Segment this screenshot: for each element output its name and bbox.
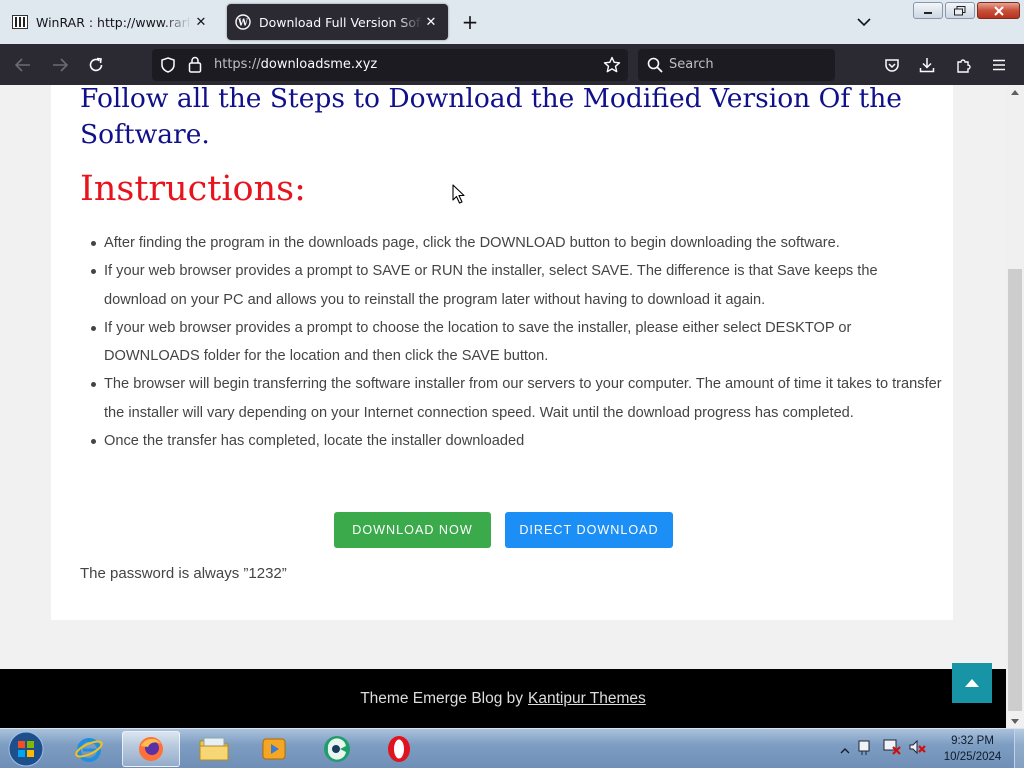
scroll-down-arrow-icon[interactable] [1006,714,1024,728]
forward-button[interactable] [47,52,73,78]
back-button[interactable] [10,52,36,78]
search-icon [647,57,663,77]
url-text: https://downloadsme.xyz [214,57,377,72]
windows-taskbar: 9:32 PM 10/25/2024 [0,728,1024,768]
pocket-button[interactable] [879,52,905,78]
vertical-scrollbar[interactable] [1006,85,1024,728]
lock-icon[interactable] [188,56,202,77]
close-window-button[interactable] [977,2,1020,19]
new-tab-button[interactable]: + [458,10,482,34]
reload-button[interactable] [83,52,109,78]
tab-title: WinRAR : http://www.rarlab.com [36,14,192,30]
taskbar-clock[interactable]: 9:32 PM 10/25/2024 [935,733,1010,765]
file-explorer-icon[interactable] [185,731,243,767]
list-tabs-button[interactable] [852,10,876,34]
tab-strip: WinRAR : http://www.rarlab.com ✕ W Downl… [0,0,1024,44]
system-tray [840,729,928,768]
back-arrow-icon [15,58,30,72]
scroll-up-arrow-icon[interactable] [1006,85,1024,99]
media-player-icon[interactable] [245,731,303,767]
clock-time: 9:32 PM [951,735,994,747]
app-icon[interactable] [308,731,366,767]
wordpress-icon: W [235,14,251,30]
minimize-button[interactable] [913,2,943,19]
caret-up-icon [965,679,979,687]
bookmark-star-icon[interactable] [603,56,621,78]
url-scheme: https:// [214,57,261,72]
scroll-to-top-button[interactable] [952,663,992,703]
svg-text:W: W [237,19,249,29]
footer-theme-link[interactable]: Kantipur Themes [528,690,646,708]
windows-logo-icon [8,731,44,767]
list-item: If your web browser provides a prompt to… [91,257,944,314]
address-bar[interactable]: https://downloadsme.xyz [152,49,628,81]
reload-icon [89,57,103,72]
restore-button[interactable] [945,2,975,19]
start-button[interactable] [4,730,48,768]
winrar-icon [12,14,28,30]
direct-download-button[interactable]: DIRECT DOWNLOAD [505,512,673,548]
site-footer: Theme Emerge Blog by Kantipur Themes [0,669,1006,728]
navigation-bar: https://downloadsme.xyz Search [0,44,1024,85]
tab-title: Download Full Version Software [259,14,422,30]
tracking-protection-shield-icon[interactable] [160,57,176,77]
list-item: The browser will begin transferring the … [91,370,944,427]
window-controls [913,2,1020,19]
network-disconnected-icon[interactable] [882,738,902,760]
url-host: downloadsme.xyz [260,57,378,72]
hamburger-menu-icon [993,59,1005,71]
page-heading: Follow all the Steps to Download the Mod… [80,85,902,150]
instructions-title: Instructions: [80,169,306,209]
forward-arrow-icon [53,58,68,72]
puzzle-piece-icon [957,59,971,73]
internet-explorer-icon[interactable] [60,731,118,767]
tab-winrar[interactable]: WinRAR : http://www.rarlab.com ✕ [4,4,218,40]
firefox-icon[interactable] [122,731,180,767]
opera-icon[interactable] [370,731,428,767]
footer-text: Theme Emerge Blog by [360,689,524,707]
list-item: Once the transfer has completed, locate … [91,427,944,455]
menu-button[interactable] [986,52,1012,78]
download-now-button[interactable]: DOWNLOAD NOW [334,512,491,548]
show-desktop-button[interactable] [1014,729,1024,768]
extensions-button[interactable] [951,52,977,78]
clock-date: 10/25/2024 [943,751,1002,763]
downloads-button[interactable] [914,52,940,78]
volume-muted-icon[interactable] [908,738,928,760]
tab-download-software[interactable]: W Download Full Version Software ✕ [227,4,448,40]
instructions-list: After finding the program in the downloa… [91,229,944,455]
list-item: After finding the program in the downloa… [91,229,944,257]
page-viewport: Follow all the Steps to Download the Mod… [0,85,1006,728]
content-card: Follow all the Steps to Download the Mod… [51,85,953,620]
action-center-flag-icon[interactable] [856,738,876,760]
search-placeholder: Search [669,57,714,72]
pocket-icon [885,59,899,72]
scrollbar-thumb[interactable] [1008,269,1022,711]
download-icon [919,58,935,73]
password-note: The password is always ”1232” [80,565,287,582]
close-tab-icon[interactable]: ✕ [192,13,210,31]
close-tab-icon[interactable]: ✕ [422,13,440,31]
mouse-cursor-icon [452,184,466,208]
show-hidden-icons-icon[interactable] [840,740,850,759]
search-bar[interactable]: Search [638,49,835,81]
chevron-down-icon [857,18,871,27]
list-item: If your web browser provides a prompt to… [91,314,944,371]
